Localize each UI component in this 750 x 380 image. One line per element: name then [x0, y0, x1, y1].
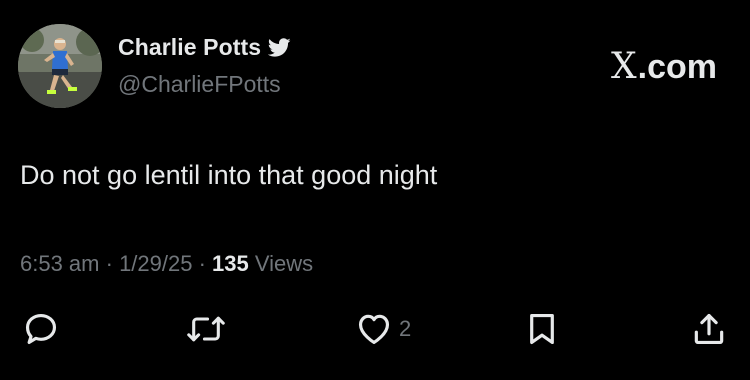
like-button[interactable]: 2	[355, 310, 411, 348]
bookmark-icon	[523, 310, 561, 348]
retweet-icon	[186, 310, 226, 348]
runner-photo-icon	[18, 24, 102, 108]
views-count: 135	[212, 251, 249, 276]
tweet-text: Do not go lentil into that good night	[20, 160, 438, 190]
author-name-row: Charlie Potts	[118, 34, 291, 61]
reply-button[interactable]	[22, 310, 60, 348]
x-logo-suffix: .com	[637, 48, 717, 86]
action-bar: 2	[0, 310, 750, 350]
display-name[interactable]: Charlie Potts	[118, 34, 261, 61]
like-count: 2	[399, 316, 412, 341]
reply-icon	[22, 310, 60, 348]
tweet-time[interactable]: 6:53 am	[20, 251, 100, 276]
bookmark-button[interactable]	[523, 310, 561, 348]
x-com-logo: X .com	[611, 46, 717, 87]
heart-icon	[355, 310, 393, 348]
author-handle[interactable]: @CharlieFPotts	[118, 71, 281, 98]
avatar[interactable]	[18, 24, 102, 108]
share-button[interactable]	[690, 310, 728, 348]
retweet-button[interactable]	[186, 310, 226, 348]
tweet-date[interactable]: 1/29/25	[119, 251, 192, 276]
twitter-bird-icon	[267, 36, 291, 59]
views-label: Views	[248, 251, 314, 276]
meta-separator: ·	[192, 251, 213, 276]
x-logo-letter: X	[611, 46, 637, 87]
meta-separator: ·	[99, 251, 120, 276]
share-icon	[690, 310, 728, 348]
tweet-meta: 6:53 am · 1/29/25 · 135 Views	[20, 251, 313, 277]
